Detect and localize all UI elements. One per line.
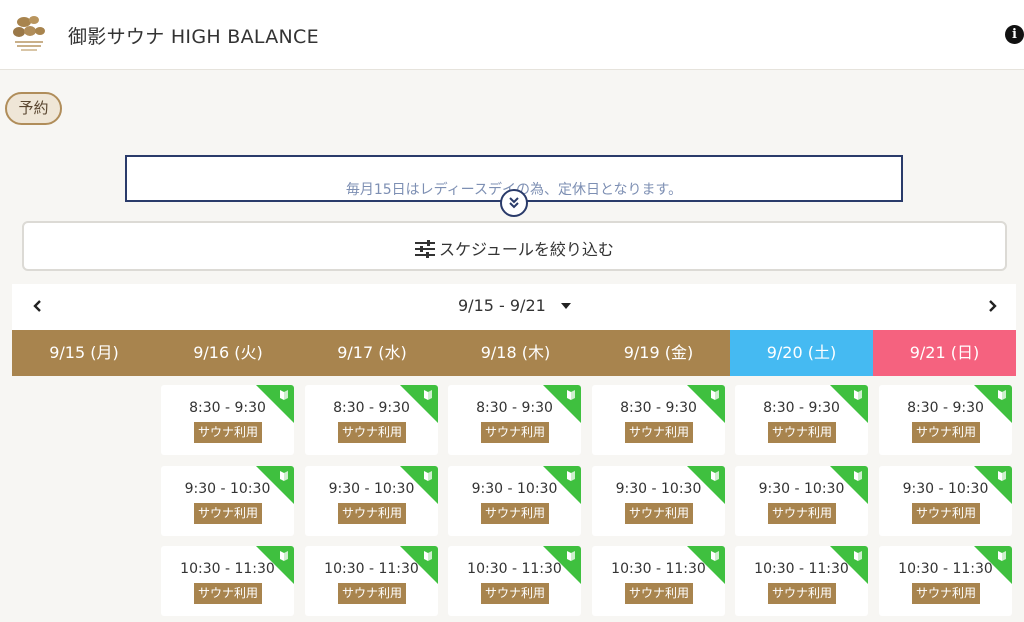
slot-time: 8:30 - 9:30	[189, 400, 266, 416]
week-navigation: 9/15 - 9/21	[12, 284, 1016, 330]
sauna-use-badge: サウナ利用	[194, 422, 262, 443]
slot-time: 9:30 - 10:30	[902, 481, 989, 497]
sauna-use-badge: サウナ利用	[912, 422, 980, 443]
slot-time: 8:30 - 9:30	[333, 400, 410, 416]
sauna-use-badge: サウナ利用	[625, 583, 693, 604]
time-slot-card[interactable]: 9:30 - 10:30 サウナ利用	[735, 466, 868, 536]
sauna-use-badge: サウナ利用	[338, 422, 406, 443]
time-slot-card[interactable]: 9:30 - 10:30 サウナ利用	[448, 466, 581, 536]
time-slot-card[interactable]: 10:30 - 11:30 サウナ利用	[448, 546, 581, 616]
slot-time: 8:30 - 9:30	[907, 400, 984, 416]
stone-logo-icon[interactable]	[12, 14, 48, 56]
slot-time: 9:30 - 10:30	[758, 481, 845, 497]
time-slot-card[interactable]: 8:30 - 9:30 サウナ利用	[592, 385, 725, 455]
sauna-use-badge: サウナ利用	[338, 583, 406, 604]
sauna-use-badge: サウナ利用	[768, 503, 836, 524]
slot-time: 10:30 - 11:30	[180, 561, 275, 577]
time-slot-card[interactable]: 9:30 - 10:30 サウナ利用	[305, 466, 438, 536]
time-slot-card[interactable]: 8:30 - 9:30 サウナ利用	[161, 385, 294, 455]
time-slot-card[interactable]: 10:30 - 11:30 サウナ利用	[592, 546, 725, 616]
sauna-use-badge: サウナ利用	[768, 422, 836, 443]
time-slot-card[interactable]: 8:30 - 9:30 サウナ利用	[448, 385, 581, 455]
time-slot-card[interactable]: 8:30 - 9:30 サウナ利用	[735, 385, 868, 455]
day-header-1: 9/15 (月)	[12, 330, 156, 376]
sauna-use-badge: サウナ利用	[481, 503, 549, 524]
sauna-use-badge: サウナ利用	[912, 583, 980, 604]
filter-schedule-button[interactable]: スケジュールを絞り込む	[22, 221, 1007, 271]
slot-time: 10:30 - 11:30	[324, 561, 419, 577]
time-slot-card[interactable]: 8:30 - 9:30 サウナ利用	[879, 385, 1012, 455]
day-header-3: 9/17 (水)	[300, 330, 444, 376]
slot-time: 8:30 - 9:30	[476, 400, 553, 416]
chevron-right-icon[interactable]	[982, 296, 1002, 316]
day-header-5: 9/19 (金)	[587, 330, 730, 376]
app-title: 御影サウナ HIGH BALANCE	[68, 26, 319, 48]
time-slot-card[interactable]: 9:30 - 10:30 サウナ利用	[879, 466, 1012, 536]
chevron-left-icon[interactable]	[28, 296, 48, 316]
slot-time: 9:30 - 10:30	[471, 481, 558, 497]
sliders-icon	[415, 240, 436, 258]
sauna-use-badge: サウナ利用	[912, 503, 980, 524]
sauna-use-badge: サウナ利用	[625, 503, 693, 524]
time-slot-card[interactable]: 10:30 - 11:30 サウナ利用	[305, 546, 438, 616]
sauna-use-badge: サウナ利用	[194, 583, 262, 604]
week-range-label[interactable]: 9/15 - 9/21	[458, 296, 546, 315]
sauna-use-badge: サウナ利用	[481, 583, 549, 604]
app-header: 御影サウナ HIGH BALANCE i	[0, 0, 1024, 70]
filter-label: スケジュールを絞り込む	[439, 240, 614, 259]
sauna-use-badge: サウナ利用	[625, 422, 693, 443]
slot-time: 9:30 - 10:30	[615, 481, 702, 497]
day-header-4: 9/18 (木)	[444, 330, 587, 376]
time-slot-card[interactable]: 10:30 - 11:30 サウナ利用	[735, 546, 868, 616]
slot-time: 10:30 - 11:30	[754, 561, 849, 577]
time-slot-card[interactable]: 10:30 - 11:30 サウナ利用	[161, 546, 294, 616]
sauna-use-badge: サウナ利用	[768, 583, 836, 604]
sauna-use-badge: サウナ利用	[338, 503, 406, 524]
expand-notice-button[interactable]	[500, 189, 528, 217]
sauna-use-badge: サウナ利用	[481, 422, 549, 443]
slot-time: 10:30 - 11:30	[898, 561, 993, 577]
info-icon[interactable]: i	[1005, 25, 1024, 44]
caret-down-icon[interactable]	[560, 302, 572, 310]
day-header-2: 9/16 (火)	[156, 330, 300, 376]
sauna-use-badge: サウナ利用	[194, 503, 262, 524]
time-slot-card[interactable]: 9:30 - 10:30 サウナ利用	[161, 466, 294, 536]
time-slot-card[interactable]: 9:30 - 10:30 サウナ利用	[592, 466, 725, 536]
slot-time: 9:30 - 10:30	[184, 481, 271, 497]
day-header-6: 9/20 (土)	[730, 330, 873, 376]
double-chevron-down-icon	[509, 197, 519, 209]
slot-time: 9:30 - 10:30	[328, 481, 415, 497]
time-slot-card[interactable]: 8:30 - 9:30 サウナ利用	[305, 385, 438, 455]
slot-time: 10:30 - 11:30	[467, 561, 562, 577]
day-header-7: 9/21 (日)	[873, 330, 1016, 376]
reservation-tag[interactable]: 予約	[5, 92, 62, 125]
slot-time: 10:30 - 11:30	[611, 561, 706, 577]
slot-time: 8:30 - 9:30	[620, 400, 697, 416]
slot-time: 8:30 - 9:30	[763, 400, 840, 416]
time-slot-card[interactable]: 10:30 - 11:30 サウナ利用	[879, 546, 1012, 616]
